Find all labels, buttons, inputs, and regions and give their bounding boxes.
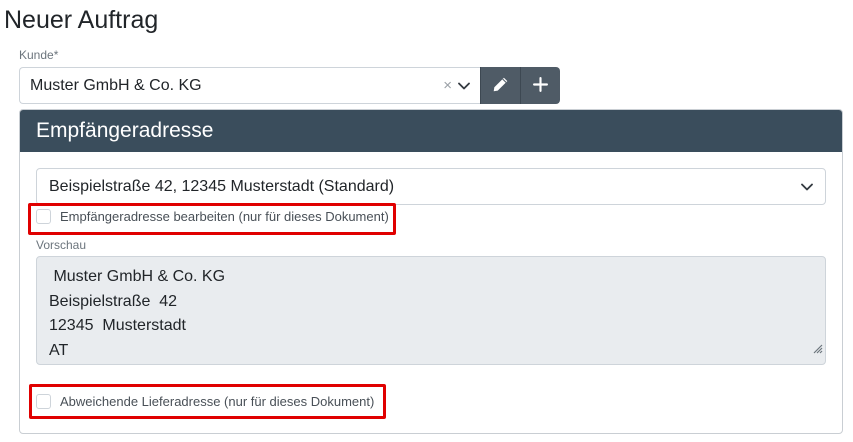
edit-address-checkbox-label[interactable]: Empfängeradresse bearbeiten (nur für die… bbox=[60, 209, 389, 224]
delivery-address-checkbox-label[interactable]: Abweichende Lieferadresse (nur für diese… bbox=[60, 394, 374, 409]
preview-label: Vorschau bbox=[36, 238, 87, 252]
address-select-value: Beispielstraße 42, 12345 Musterstadt (St… bbox=[49, 177, 395, 195]
delivery-address-checkbox[interactable] bbox=[36, 394, 51, 409]
chevron-down-icon[interactable] bbox=[458, 82, 470, 90]
customer-select-value: Muster GmbH & Co. KG bbox=[30, 76, 202, 94]
add-customer-button[interactable] bbox=[520, 67, 560, 104]
card-title: Empfängeradresse bbox=[20, 110, 842, 152]
resize-handle-icon[interactable] bbox=[811, 338, 823, 363]
edit-address-checkbox[interactable] bbox=[36, 209, 51, 224]
customer-select[interactable]: Muster GmbH & Co. KG × bbox=[19, 67, 480, 104]
pencil-icon bbox=[492, 76, 509, 96]
preview-line: AT bbox=[49, 341, 69, 359]
customer-field-group: Muster GmbH & Co. KG × bbox=[19, 67, 560, 104]
recipient-address-card: Empfängeradresse Beispielstraße 42, 1234… bbox=[19, 109, 843, 434]
customer-label: Kunde* bbox=[19, 48, 59, 62]
edit-address-checkbox-row[interactable]: Empfängeradresse bearbeiten (nur für die… bbox=[36, 209, 389, 224]
chevron-down-icon bbox=[801, 178, 813, 196]
close-icon[interactable]: × bbox=[443, 78, 452, 93]
preview-line: Muster GmbH & Co. KG bbox=[49, 268, 226, 285]
plus-icon bbox=[533, 76, 548, 95]
edit-customer-button[interactable] bbox=[480, 67, 520, 104]
preview-line: Beispielstraße 42 bbox=[49, 292, 178, 310]
preview-textarea: Muster GmbH & Co. KG Beispielstraße 42 1… bbox=[36, 256, 826, 365]
page-title: Neuer Auftrag bbox=[4, 6, 159, 34]
preview-line: 12345 Musterstadt bbox=[49, 317, 186, 334]
address-select[interactable]: Beispielstraße 42, 12345 Musterstadt (St… bbox=[36, 168, 826, 205]
delivery-address-checkbox-row[interactable]: Abweichende Lieferadresse (nur für diese… bbox=[36, 394, 374, 409]
